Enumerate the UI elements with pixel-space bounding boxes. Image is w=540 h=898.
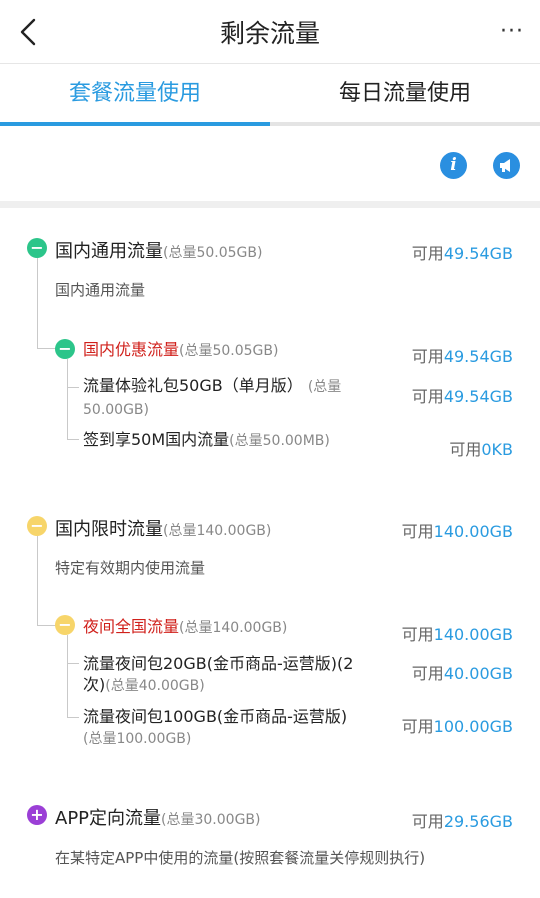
group-description: 在某特定APP中使用的流量(按照套餐流量关停规则执行) xyxy=(55,849,426,867)
group-title: 国内限时流量(总量140.00GB) xyxy=(55,519,272,540)
tree-line xyxy=(37,348,57,349)
package-available: 可用40.00GB xyxy=(411,664,513,683)
flow-group-app-directed: + APP定向流量(总量30.00GB) 可用29.56GB 在某特定APP中使… xyxy=(0,780,540,890)
tree-line xyxy=(67,717,79,718)
tab-package-usage[interactable]: 套餐流量使用 xyxy=(0,64,270,126)
tab-daily-usage[interactable]: 每日流量使用 xyxy=(270,64,540,126)
tree-line xyxy=(67,387,79,388)
megaphone-icon[interactable] xyxy=(493,152,520,179)
tree-line xyxy=(67,663,79,664)
more-options-icon[interactable]: ··· xyxy=(498,18,526,46)
expand-icon[interactable]: + xyxy=(27,805,47,825)
tree-line xyxy=(37,258,38,348)
package-available: 可用100.00GB xyxy=(401,717,513,736)
group-title: 国内通用流量(总量50.05GB) xyxy=(55,241,263,262)
group-available: 可用49.54GB xyxy=(411,244,513,263)
page-title: 剩余流量 xyxy=(219,19,320,48)
package-item: 流量夜间包20GB(金币商品-运营版)(2次)(总量40.00GB) xyxy=(83,654,354,694)
tree-line xyxy=(37,536,38,625)
group-title: APP定向流量(总量30.00GB) xyxy=(55,808,261,829)
collapse-icon[interactable]: − xyxy=(27,516,47,536)
package-available: 可用49.54GB xyxy=(411,387,513,406)
collapse-icon[interactable]: − xyxy=(55,615,75,635)
package-available: 可用0KB xyxy=(449,440,513,459)
package-item: 流量夜间包100GB(金币商品-运营版) (总量100.00GB) xyxy=(83,707,348,747)
app-header: 剩余流量 ··· xyxy=(0,0,540,64)
info-toolbar: i xyxy=(0,130,540,208)
group-description: 特定有效期内使用流量 xyxy=(55,559,206,577)
active-tab-indicator xyxy=(0,122,270,126)
tree-line xyxy=(37,625,57,626)
info-icon[interactable]: i xyxy=(440,152,467,179)
flow-group-domestic-limited: − 国内限时流量(总量140.00GB) 可用140.00GB 特定有效期内使用… xyxy=(0,493,540,763)
subgroup-title: 国内优惠流量(总量50.05GB) xyxy=(83,340,279,359)
tree-line xyxy=(67,359,68,439)
collapse-icon[interactable]: − xyxy=(27,238,47,258)
collapse-icon[interactable]: − xyxy=(55,339,75,359)
tab-bar: 套餐流量使用 每日流量使用 xyxy=(0,64,540,126)
subgroup-available: 可用140.00GB xyxy=(401,625,513,644)
flow-group-domestic-general: − 国内通用流量(总量50.05GB) 可用49.54GB 国内通用流量 − 国… xyxy=(0,215,540,480)
group-total: (总量50.05GB) xyxy=(163,245,263,261)
subgroup-available: 可用49.54GB xyxy=(411,347,513,366)
tree-line xyxy=(67,439,79,440)
group-description: 国内通用流量 xyxy=(55,281,146,299)
package-item: 签到享50M国内流量(总量50.00MB) xyxy=(83,430,330,449)
tree-line xyxy=(67,635,68,717)
group-available: 可用29.56GB xyxy=(411,812,513,831)
group-available: 可用140.00GB xyxy=(401,522,513,541)
subgroup-title: 夜间全国流量(总量140.00GB) xyxy=(83,617,288,636)
package-item: 流量体验礼包50GB（单月版） (总量50.00GB) xyxy=(83,376,342,418)
